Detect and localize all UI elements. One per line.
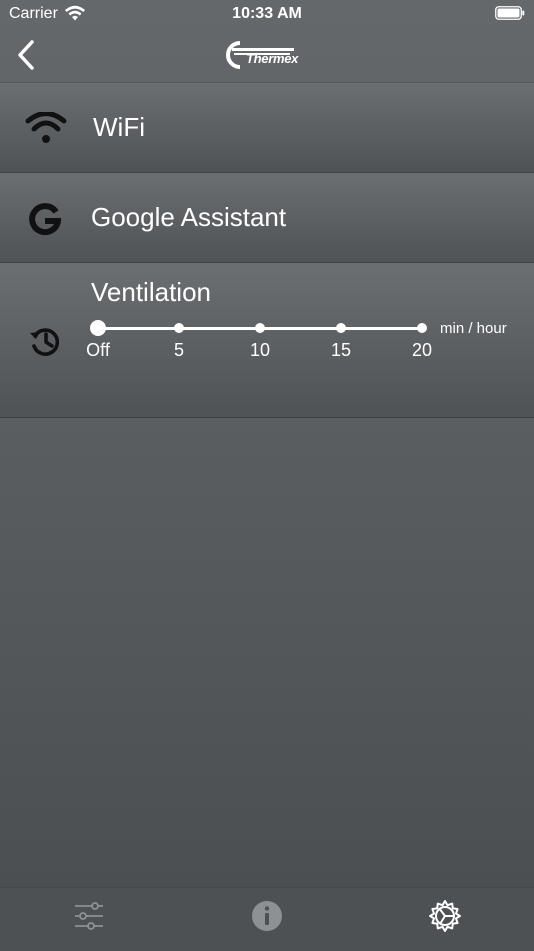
wifi-icon: [25, 112, 67, 143]
status-bar: Carrier 10:33 AM: [0, 0, 534, 28]
google-assistant-label: Google Assistant: [91, 202, 287, 232]
back-chevron-icon[interactable]: [12, 36, 42, 74]
slider-tick-20[interactable]: [417, 323, 427, 333]
slider-tick-label: 20: [411, 340, 433, 360]
nav-bar: Thermex: [0, 28, 534, 83]
ventilation-label: Ventilation: [91, 277, 211, 307]
slider-tick-15[interactable]: [336, 323, 346, 333]
wifi-label: WiFi: [93, 112, 145, 142]
slider-tick-5[interactable]: [174, 323, 184, 333]
ventilation-unit-label: min / hour: [440, 320, 507, 337]
tab-sliders-icon[interactable]: [71, 898, 107, 934]
slider-tick-label: 5: [173, 340, 184, 360]
slider-tick-label: 15: [330, 340, 352, 360]
wifi-row[interactable]: WiFi: [0, 83, 534, 173]
slider-thumb[interactable]: [90, 320, 106, 336]
logo-text: Thermex: [246, 51, 299, 66]
slider-tick-10[interactable]: [255, 323, 265, 333]
google-g-icon: [29, 203, 61, 235]
tab-settings-icon[interactable]: [427, 898, 463, 934]
tab-info-icon[interactable]: [249, 898, 285, 934]
battery-icon: [495, 6, 525, 20]
ventilation-slider[interactable]: [90, 320, 427, 336]
google-assistant-row[interactable]: Google Assistant: [0, 173, 534, 263]
slider-tick-label: 10: [249, 340, 271, 360]
thermex-logo: Thermex: [222, 38, 314, 72]
clock: 10:33 AM: [232, 5, 302, 22]
slider-tick-label: Off: [86, 340, 110, 360]
tab-bar: [0, 887, 534, 951]
history-icon: [30, 328, 60, 356]
